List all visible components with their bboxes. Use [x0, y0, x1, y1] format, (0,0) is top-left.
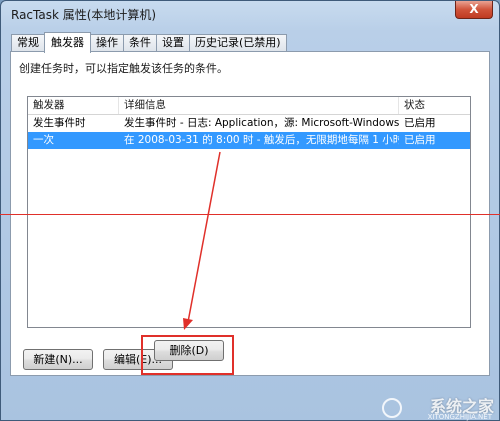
tab-triggers[interactable]: 触发器: [44, 32, 91, 53]
watermark-subtext: XITONGZHIJIA.NET: [427, 413, 492, 421]
annotation-arrow-icon: [183, 151, 221, 330]
watermark-logo-icon: [382, 398, 402, 418]
